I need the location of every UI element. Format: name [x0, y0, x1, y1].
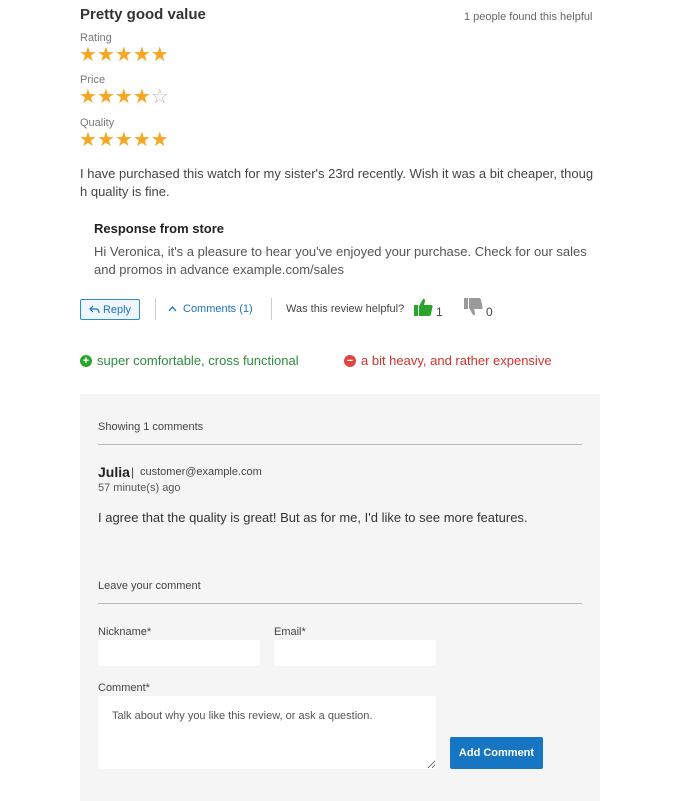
- comment-label: Comment*: [98, 682, 150, 694]
- star-filled-icon: ★: [96, 129, 115, 151]
- divider: [98, 603, 582, 604]
- add-comment-button[interactable]: Add Comment: [450, 737, 543, 769]
- reply-arrow-icon: [89, 305, 100, 314]
- reply-button[interactable]: Reply: [80, 299, 140, 320]
- rating-stars: ★★★★★: [79, 45, 169, 65]
- price-stars: ★★★★☆: [79, 87, 169, 107]
- minus-circle-icon: −: [344, 354, 356, 367]
- plus-circle-icon: +: [80, 354, 92, 367]
- quality-stars: ★★★★★: [79, 130, 169, 150]
- store-response-text: Hi Veronica, it's a pleasure to hear you…: [94, 244, 587, 277]
- comment-author-separator: |: [131, 465, 135, 479]
- divider: [155, 298, 156, 320]
- star-filled-icon: ★: [132, 44, 151, 66]
- cons: − a bit heavy, and rather expensive: [344, 353, 552, 368]
- comment-form-heading: Leave your comment: [98, 580, 201, 592]
- comment-text: I agree that the quality is great! But a…: [98, 510, 528, 525]
- nickname-field[interactable]: [98, 640, 260, 666]
- helpful-count: 1 people found this helpful: [464, 11, 593, 23]
- thumbs-down-button[interactable]: [464, 298, 483, 321]
- helpful-no-count: 0: [486, 305, 493, 319]
- review-body: I have purchased this watch for my siste…: [80, 166, 594, 199]
- email-field[interactable]: [274, 640, 436, 666]
- star-empty-icon: ☆: [150, 86, 169, 108]
- star-filled-icon: ★: [150, 44, 169, 66]
- star-filled-icon: ★: [79, 44, 97, 66]
- comments-toggle-label: Comments (1): [183, 303, 253, 315]
- star-filled-icon: ★: [96, 86, 115, 108]
- thumbs-down-icon: [464, 298, 483, 316]
- pros-text: super comfortable, cross functional: [97, 353, 299, 368]
- cons-text: a bit heavy, and rather expensive: [361, 353, 552, 368]
- rating-label: Rating: [80, 32, 112, 44]
- store-response-title: Response from store: [94, 221, 225, 236]
- comment-email: customer@example.com: [140, 466, 262, 478]
- pros: + super comfortable, cross functional: [80, 353, 299, 368]
- divider: [271, 298, 272, 320]
- comment-textarea[interactable]: [98, 696, 436, 769]
- thumbs-up-button[interactable]: [414, 298, 433, 321]
- nickname-label: Nickname*: [98, 626, 152, 638]
- reply-button-label: Reply: [102, 303, 132, 316]
- review-title: Pretty good value: [80, 6, 206, 23]
- star-filled-icon: ★: [150, 129, 169, 151]
- star-filled-icon: ★: [79, 129, 97, 151]
- star-filled-icon: ★: [96, 44, 115, 66]
- chevron-up-icon: [168, 306, 177, 312]
- comments-toggle[interactable]: Comments (1): [168, 303, 253, 315]
- comments-count: Showing 1 comments: [98, 421, 204, 433]
- email-label: Email*: [274, 626, 306, 638]
- thumbs-up-icon: [414, 298, 433, 316]
- comment-author: Julia: [98, 464, 130, 480]
- star-filled-icon: ★: [114, 44, 133, 66]
- divider: [98, 444, 582, 445]
- quality-label: Quality: [80, 117, 115, 129]
- star-filled-icon: ★: [114, 86, 133, 108]
- was-helpful-label: Was this review helpful?: [286, 303, 405, 315]
- price-label: Price: [80, 74, 106, 86]
- star-filled-icon: ★: [132, 129, 151, 151]
- star-filled-icon: ★: [114, 129, 133, 151]
- star-filled-icon: ★: [79, 86, 97, 108]
- star-filled-icon: ★: [132, 86, 151, 108]
- comment-timestamp: 57 minute(s) ago: [98, 482, 181, 494]
- helpful-yes-count: 1: [436, 305, 443, 319]
